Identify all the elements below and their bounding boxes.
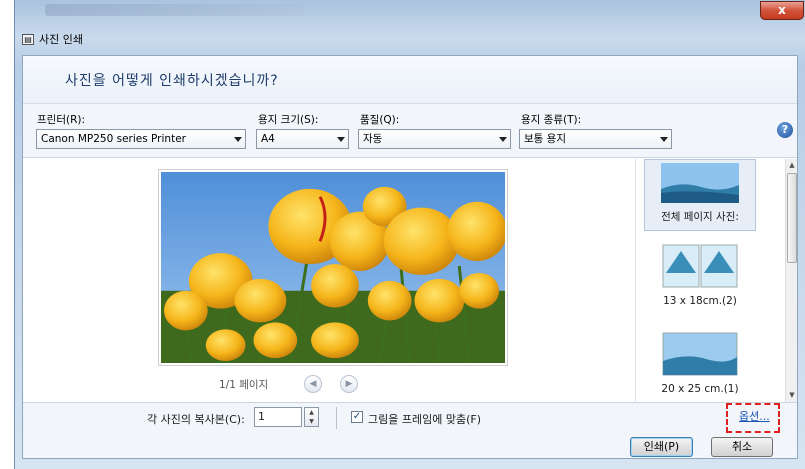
photo-preview bbox=[158, 169, 508, 366]
printer-app-icon: ▤ bbox=[22, 33, 34, 45]
paper-size-label: 용지 크기(S): bbox=[258, 114, 319, 126]
copies-label: 각 사진의 복사본(C): bbox=[147, 413, 245, 426]
scroll-down-icon[interactable]: ▼ bbox=[788, 391, 796, 399]
print-button[interactable]: 인쇄(P) bbox=[630, 437, 693, 457]
layout-item-full-page[interactable]: 전체 페이지 사진: bbox=[644, 159, 756, 231]
question-header: 사진을 어떻게 인쇄하시겠습니까? bbox=[23, 56, 797, 104]
layout-label-20x25: 20 x 25 cm.(1) bbox=[661, 383, 739, 395]
bottom-bar: 각 사진의 복사본(C): 1 ▲ ▼ ✓ 그림을 프레임에 맞춤(F) 옵션..… bbox=[23, 402, 797, 458]
dialog-client: 사진을 어떻게 인쇄하시겠습니까? 프린터(R): Canon MP250 se… bbox=[22, 55, 798, 459]
window-title: 사진 인쇄 bbox=[39, 33, 83, 46]
layout-item-20x25[interactable]: 20 x 25 cm.(1) bbox=[644, 331, 756, 401]
quality-value: 자동 bbox=[363, 133, 383, 145]
scroll-up-icon[interactable]: ▲ bbox=[788, 161, 796, 169]
paper-size-dropdown[interactable]: A4 bbox=[256, 129, 349, 149]
quality-dropdown[interactable]: 자동 bbox=[358, 129, 511, 149]
fit-frame-checkbox[interactable]: ✓ bbox=[351, 411, 363, 423]
layout-item-13x18[interactable]: 13 x 18cm.(2) bbox=[644, 243, 756, 321]
close-button[interactable]: x bbox=[760, 1, 804, 20]
copies-stepper[interactable]: ▲ ▼ bbox=[304, 407, 319, 427]
chevron-down-icon bbox=[337, 137, 345, 142]
printer-label: 프린터(R): bbox=[37, 114, 86, 126]
landscape-thumbnail-icon bbox=[661, 163, 739, 203]
title-bar: ▤ 사진 인쇄 bbox=[22, 30, 83, 48]
prev-page-button[interactable]: ◀ bbox=[304, 375, 322, 393]
printer-value: Canon MP250 series Printer bbox=[41, 133, 186, 145]
page-indicator: 1/1 페이지 bbox=[219, 379, 269, 391]
paper-size-value: A4 bbox=[261, 133, 275, 145]
tulip-photo bbox=[161, 172, 505, 363]
layout-label-full-page: 전체 페이지 사진: bbox=[661, 211, 739, 223]
chevron-down-icon bbox=[499, 137, 507, 142]
cancel-button[interactable]: 취소 bbox=[711, 437, 773, 457]
divider bbox=[336, 407, 337, 429]
layout-list: 전체 페이지 사진: 13 x 18cm.(2) 20 x 25 cm.(1) bbox=[635, 159, 785, 402]
preview-area: 1/1 페이지 ◀ ▶ 전체 페이지 사진: 13 x 18cm.(2) 20 … bbox=[23, 159, 797, 402]
fit-frame-label[interactable]: 그림을 프레임에 맞춤(F) bbox=[368, 411, 481, 427]
chevron-down-icon bbox=[234, 137, 242, 142]
desktop-edge bbox=[0, 0, 14, 469]
next-page-button[interactable]: ▶ bbox=[340, 375, 358, 393]
single-photo-thumbnail-icon bbox=[662, 332, 738, 376]
layout-label-13x18: 13 x 18cm.(2) bbox=[663, 295, 737, 307]
paper-type-label: 용지 종류(T): bbox=[521, 114, 582, 126]
options-link[interactable]: 옵션... bbox=[739, 408, 770, 424]
paper-type-dropdown[interactable]: 보통 용지 bbox=[519, 129, 672, 149]
printer-dropdown[interactable]: Canon MP250 series Printer bbox=[36, 129, 246, 149]
paper-type-value: 보통 용지 bbox=[524, 133, 566, 145]
two-photo-thumbnail-icon bbox=[662, 244, 738, 288]
chevron-down-icon bbox=[660, 137, 668, 142]
layout-scrollbar[interactable]: ▲ ▼ bbox=[785, 159, 797, 402]
blurred-background-text bbox=[45, 4, 305, 16]
copies-input[interactable]: 1 bbox=[254, 407, 302, 427]
quality-label: 품질(Q): bbox=[360, 114, 400, 126]
print-settings-bar: 프린터(R): Canon MP250 series Printer 용지 크기… bbox=[23, 104, 797, 158]
help-icon[interactable]: ? bbox=[777, 122, 793, 138]
question-text: 사진을 어떻게 인쇄하시겠습니까? bbox=[65, 73, 279, 89]
scroll-thumb[interactable] bbox=[787, 173, 797, 263]
